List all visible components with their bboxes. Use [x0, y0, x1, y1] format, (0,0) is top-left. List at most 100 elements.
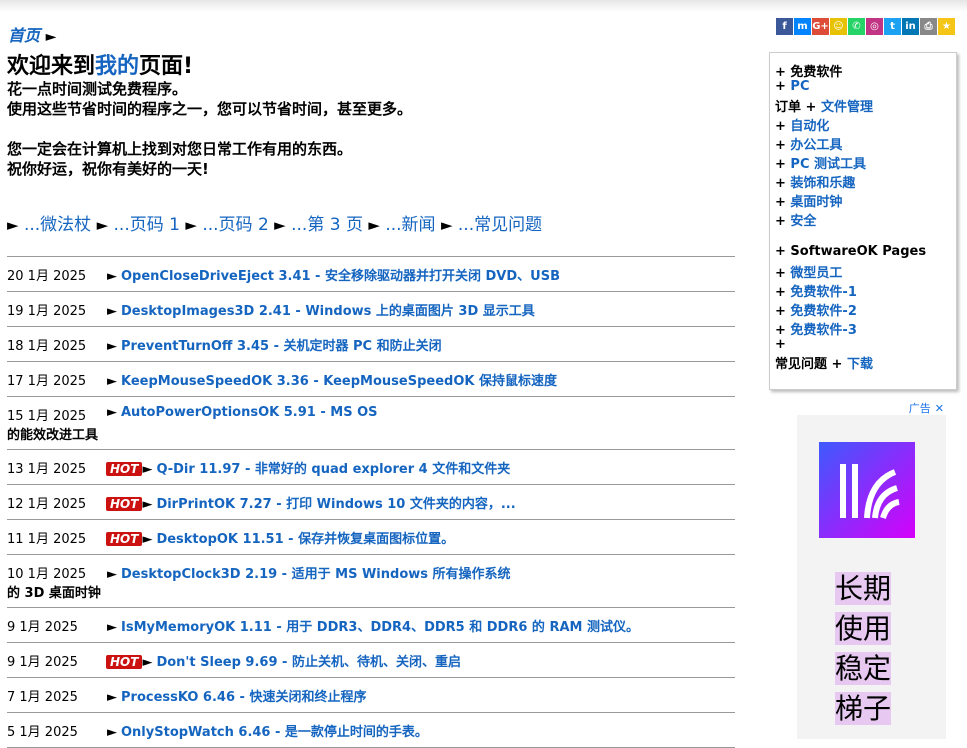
close-icon[interactable]: ✕: [935, 402, 944, 415]
title-highlight: 我的: [95, 54, 140, 79]
news-link[interactable]: DirPrintOK 7.27 - 打印 Windows 10 文件夹的内容，.…: [156, 497, 515, 512]
news-list: 20 1月 2025 ► OpenCloseDriveEject 3.41 - 安全…: [7, 256, 735, 748]
news-date: 18 1月 2025: [7, 339, 87, 354]
news-link[interactable]: AutoPowerOptionsOK 5.91 - MS OS: [121, 405, 378, 420]
news-arrow: ►: [142, 655, 153, 670]
sidebar-item-label: SoftwareOK Pages: [790, 244, 927, 259]
sidebar-item-link[interactable]: PC: [790, 79, 809, 94]
news-link[interactable]: Q-Dir 11.97 - 非常好的 quad explorer 4 文件和文件…: [156, 462, 510, 477]
news-row: 7 1月 2025 ► ProcessKO 6.46 - 快速关闭和终止程序: [7, 677, 735, 712]
sidebar-item-link[interactable]: 安全: [790, 214, 816, 229]
title-prefix: 欢迎来到: [7, 54, 96, 79]
sidebar-item-prefix: +: [775, 65, 791, 80]
nav-arrow: ►: [96, 216, 109, 234]
instagram-icon[interactable]: ◎: [866, 18, 883, 35]
ad-line: 梯子: [835, 692, 892, 725]
snapchat-icon[interactable]: ☺: [830, 18, 847, 35]
sidebar-item: + 免费软件-2: [775, 300, 857, 319]
sidebar-item: + PC 测试工具: [775, 153, 866, 172]
news-link[interactable]: PreventTurnOff 3.45 - 关机定时器 PC 和防止关闭: [121, 339, 442, 354]
sidebar-item: + 免费软件-1: [775, 281, 857, 300]
sidebar-item-label: 免费软件: [790, 65, 843, 80]
news-date: 20 1月 2025: [7, 269, 87, 284]
sidebar-item-prefix: +: [775, 285, 791, 300]
news-entry: ► AutoPowerOptionsOK 5.91 - MS OS: [107, 405, 727, 420]
sidebar-item-prefix: +: [775, 323, 791, 338]
sidebar-item-link[interactable]: 办公工具: [790, 138, 842, 153]
news-date: 11 1月 2025: [7, 532, 87, 547]
whatsapp-icon[interactable]: ✆: [848, 18, 865, 35]
browser-top-strip: [0, 0, 967, 12]
news-date: 15 1月 2025: [7, 409, 87, 424]
news-link[interactable]: IsMyMemoryOK 1.11 - 用于 DDR3、DDR4、DDR5 和 …: [121, 620, 639, 635]
news-link[interactable]: Don't Sleep 9.69 - 防止关机、待机、关闭、重启: [156, 655, 461, 670]
ad-body[interactable]: 长期 使用 稳定 梯子: [797, 415, 946, 739]
news-arrow: ►: [142, 497, 153, 512]
intro-line-4: 祝你好运，祝你有美好的一天!: [7, 160, 209, 178]
news-link[interactable]: OpenCloseDriveEject 3.41 - 安全移除驱动器并打开关闭 …: [121, 269, 560, 284]
news-row: 5 1月 2025 ► OnlyStopWatch 6.46 - 是一款停止时间的手…: [7, 712, 735, 747]
hot-badge: HOT: [106, 497, 143, 511]
news-row: 18 1月 2025 ► PreventTurnOff 3.45 - 关机定时器 P…: [7, 326, 735, 361]
news-entry: ► OnlyStopWatch 6.46 - 是一款停止时间的手表。: [107, 721, 727, 740]
news-entry: ► DesktopImages3D 2.41 - Windows 上的桌面图片 3…: [107, 300, 727, 319]
linkedin-icon[interactable]: in: [902, 18, 919, 35]
news-link[interactable]: KeepMouseSpeedOK 3.36 - KeepMouseSpeedOK…: [121, 374, 557, 389]
ad-line: 长期: [835, 572, 892, 605]
news-row: 15 1月 2025 ► AutoPowerOptionsOK 5.91 - MS …: [7, 396, 735, 449]
sidebar-item-link[interactable]: 桌面时钟: [790, 195, 842, 210]
news-row: 20 1月 2025 ► OpenCloseDriveEject 3.41 - 安全…: [7, 256, 735, 291]
intro-line-3: 您一定会在计算机上找到对您日常工作有用的东西。: [7, 140, 353, 158]
ad-label[interactable]: 广告 ✕: [909, 400, 944, 416]
sidebar-item-link[interactable]: 文件管理: [821, 100, 873, 115]
intro-text: 花一点时间测试免费程序。 使用这些节省时间的程序之一，您可以节省时间，甚至更多。: [7, 79, 412, 119]
sidebar-item: + 自动化: [775, 115, 829, 134]
sidebar-item-link[interactable]: 下载: [847, 357, 873, 372]
bookmark-star-icon[interactable]: ★: [938, 18, 955, 35]
news-link[interactable]: DesktopClock3D 2.19 - 适用于 MS Windows 所有操…: [121, 567, 511, 582]
nav-link-magic-wand[interactable]: ...微法杖: [24, 215, 91, 235]
sidebar-item: + 安全: [775, 210, 816, 229]
nav-link-page-2[interactable]: ...页码 2: [202, 215, 268, 235]
nav-link-news[interactable]: ...新闻: [385, 215, 435, 235]
twitter-icon[interactable]: t: [884, 18, 901, 35]
news-entry: ► OpenCloseDriveEject 3.41 - 安全移除驱动器并打开关闭…: [107, 265, 727, 284]
advertisement[interactable]: 广告 ✕ 长期 使用 稳定 梯子: [788, 398, 946, 739]
sidebar-item-link[interactable]: 微型员工: [790, 266, 842, 281]
news-row: 9 1月 2025 HOT ► Don't Sleep 9.69 - 防止关机、待机、…: [7, 642, 735, 677]
news-arrow: ►: [107, 339, 117, 354]
sidebar-item: + 桌面时钟: [775, 191, 842, 210]
sidebar-item-link[interactable]: 免费软件-1: [790, 285, 856, 300]
intro-text-2: 您一定会在计算机上找到对您日常工作有用的东西。 祝你好运，祝你有美好的一天!: [7, 139, 352, 179]
sidebar-item-link[interactable]: 装饰和乐趣: [790, 176, 855, 191]
messenger-icon[interactable]: m: [794, 18, 811, 35]
news-entry-continuation: 的 3D 桌面时钟: [7, 586, 101, 601]
sidebar-item-link[interactable]: PC 测试工具: [790, 157, 866, 172]
news-entry: ► PreventTurnOff 3.45 - 关机定时器 PC 和防止关闭: [107, 335, 727, 354]
nav-link-faq[interactable]: ...常见问题: [458, 215, 542, 235]
breadcrumb-home-link[interactable]: 首页: [8, 26, 40, 45]
sidebar-item-prefix: 常见问题 +: [775, 357, 847, 372]
news-date: 17 1月 2025: [7, 374, 87, 389]
news-link[interactable]: OnlyStopWatch 6.46 - 是一款停止时间的手表。: [121, 725, 428, 740]
facebook-icon[interactable]: f: [776, 18, 793, 35]
news-arrow: ►: [107, 620, 117, 635]
sidebar-item-link[interactable]: 自动化: [790, 119, 829, 134]
news-link[interactable]: DesktopImages3D 2.41 - Windows 上的桌面图片 3D…: [121, 304, 535, 319]
news-link[interactable]: ProcessKO 6.46 - 快速关闭和终止程序: [121, 690, 366, 705]
nav-link-page-3[interactable]: ...第 3 页: [291, 215, 363, 235]
nav-arrow: ►: [7, 216, 19, 234]
sidebar-item-link[interactable]: 免费软件-2: [790, 304, 856, 319]
sidebar-item-link[interactable]: 免费软件-3: [790, 323, 856, 338]
news-arrow: ►: [107, 567, 117, 582]
print-icon[interactable]: ⎙: [920, 18, 937, 35]
news-link[interactable]: DesktopOK 11.51 - 保存并恢复桌面图标位置。: [156, 532, 454, 547]
nav-arrow: ►: [368, 216, 380, 234]
sidebar-item-prefix: +: [775, 138, 791, 153]
sidebar-item-prefix: 订单 +: [775, 100, 821, 115]
news-row: 13 1月 2025 HOT ► Q-Dir 11.97 - 非常好的 quad ex…: [7, 449, 735, 484]
google-plus-icon[interactable]: G+: [812, 18, 829, 35]
news-date: 13 1月 2025: [7, 462, 87, 477]
news-arrow: ►: [107, 725, 117, 740]
nav-link-page-1[interactable]: ...页码 1: [114, 215, 180, 235]
